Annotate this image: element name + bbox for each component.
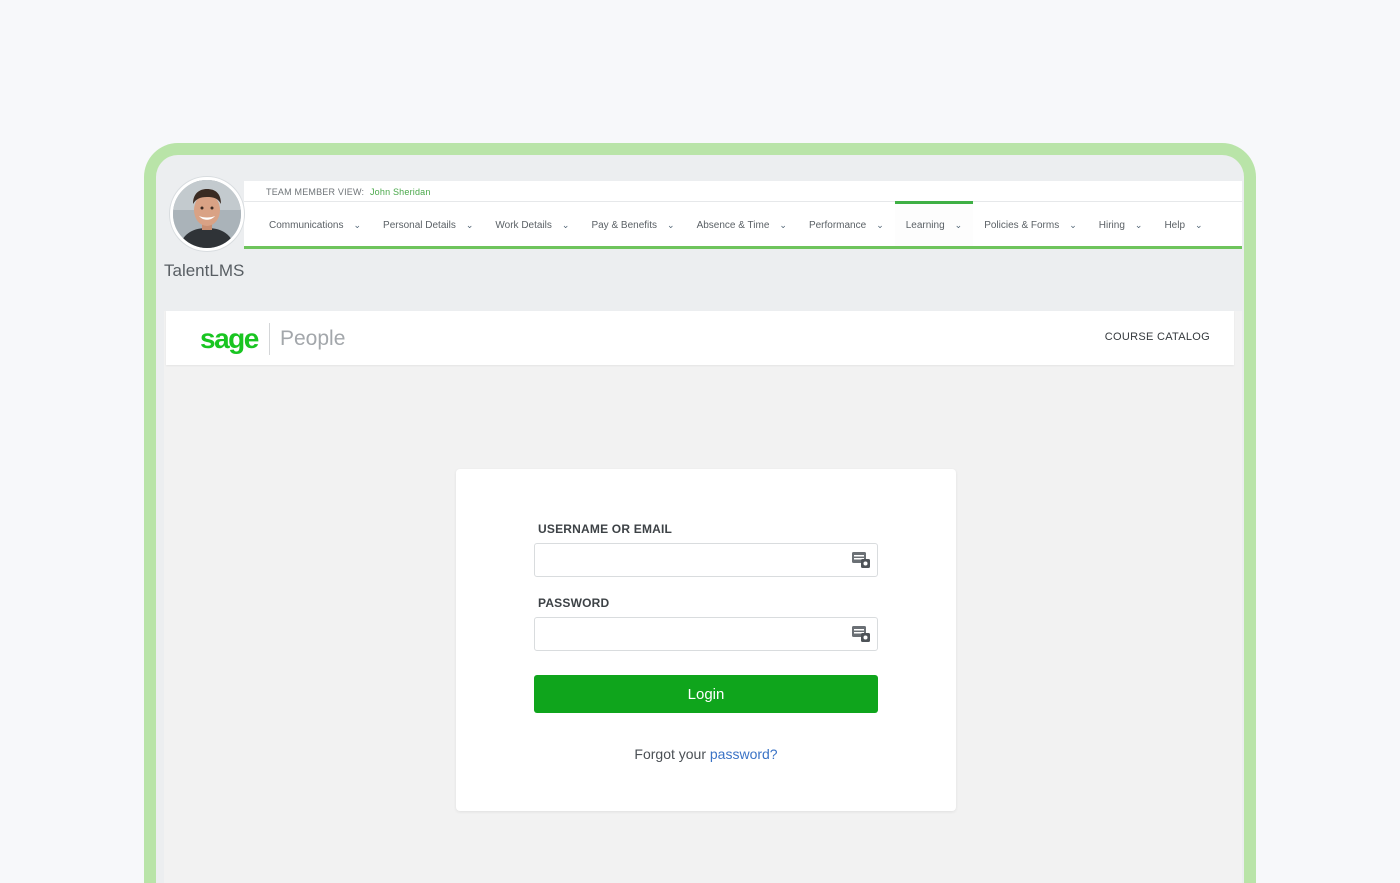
- password-label: PASSWORD: [538, 596, 610, 610]
- nav-item-communications[interactable]: Communications ⌄: [258, 201, 372, 246]
- chevron-down-icon[interactable]: ⌄: [466, 220, 474, 231]
- nav-item-label: Help: [1164, 219, 1186, 231]
- people-logo-text: People: [280, 327, 346, 350]
- nav-item-label: Performance: [808, 219, 867, 231]
- forgot-password: Forgot your password?: [456, 746, 956, 762]
- nav-item-label: Pay & Benefits: [591, 219, 658, 231]
- keychain-icon[interactable]: [852, 626, 870, 642]
- nav-item-help[interactable]: Help ⌄: [1153, 201, 1213, 246]
- nav-item-work-details[interactable]: Work Details ⌄: [484, 201, 580, 246]
- logo-divider: [269, 323, 270, 355]
- team-member-view: TEAM MEMBER VIEW: John Sheridan: [266, 187, 431, 197]
- keychain-icon[interactable]: [852, 552, 870, 568]
- team-member-name[interactable]: John Sheridan: [370, 187, 431, 197]
- chevron-down-icon[interactable]: ⌄: [955, 220, 963, 231]
- nav-item-absence-time[interactable]: Absence & Time ⌄: [686, 201, 798, 246]
- course-catalog-link[interactable]: COURSE CATALOG: [1105, 331, 1210, 343]
- nav-item-label: Learning: [905, 219, 945, 231]
- chevron-down-icon[interactable]: ⌄: [779, 220, 787, 231]
- sage-logo[interactable]: sage: [200, 323, 259, 355]
- forgot-password-text: Forgot your: [634, 746, 706, 762]
- team-member-view-label: TEAM MEMBER VIEW:: [266, 187, 365, 197]
- main-nav: Communications ⌄ Personal Details ⌄ Work Det…: [258, 201, 1214, 246]
- nav-item-policies-forms[interactable]: Policies & Forms ⌄: [973, 201, 1088, 246]
- chevron-down-icon[interactable]: ⌄: [562, 220, 570, 231]
- forgot-password-link[interactable]: password?: [710, 746, 778, 762]
- chevron-down-icon[interactable]: ⌄: [876, 220, 884, 231]
- lms-content: sage People COURSE CATALOG USERNAME OR E…: [164, 311, 1242, 883]
- nav-item-performance[interactable]: Performance ⌄: [798, 201, 895, 246]
- password-input[interactable]: [534, 617, 878, 651]
- username-label: USERNAME OR EMAIL: [538, 522, 673, 536]
- chevron-down-icon[interactable]: ⌄: [1135, 220, 1143, 231]
- nav-item-label: Policies & Forms: [984, 219, 1060, 231]
- user-photo-icon: [173, 180, 241, 248]
- username-input[interactable]: [534, 543, 878, 577]
- login-button[interactable]: Login: [534, 675, 878, 713]
- nav-item-label: Personal Details: [383, 219, 456, 231]
- nav-item-label: Hiring: [1098, 219, 1125, 231]
- avatar[interactable]: [170, 177, 244, 251]
- chevron-down-icon[interactable]: ⌄: [1195, 220, 1203, 231]
- nav-item-label: Work Details: [495, 219, 552, 231]
- chevron-down-icon[interactable]: ⌄: [667, 220, 675, 231]
- nav-item-learning[interactable]: Learning ⌄: [894, 201, 974, 246]
- nav-item-pay-benefits[interactable]: Pay & Benefits ⌄: [580, 201, 685, 246]
- device-frame: TEAM MEMBER VIEW: John Sheridan Communic…: [144, 143, 1256, 883]
- nav-item-personal-details[interactable]: Personal Details ⌄: [372, 201, 484, 246]
- chevron-down-icon[interactable]: ⌄: [353, 220, 361, 231]
- nav-item-label: Absence & Time: [696, 219, 770, 231]
- lms-header: sage People COURSE CATALOG: [166, 311, 1234, 365]
- login-card: USERNAME OR EMAIL PASSWORD Login Forgot …: [456, 469, 956, 811]
- nav-item-label: Communications: [269, 219, 344, 231]
- nav-item-hiring[interactable]: Hiring ⌄: [1088, 201, 1154, 246]
- chevron-down-icon[interactable]: ⌄: [1069, 220, 1077, 231]
- page-title: TalentLMS: [164, 261, 245, 280]
- top-navigation-bar: TEAM MEMBER VIEW: John Sheridan Communic…: [244, 181, 1242, 249]
